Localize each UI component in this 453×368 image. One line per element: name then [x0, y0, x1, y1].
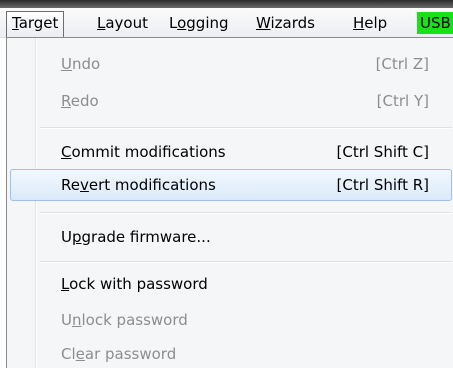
menu-item-unlock-password[interactable]: Unlock password — [10, 304, 452, 336]
menu-item-upgrade-firmware[interactable]: Upgrade firmware... — [10, 221, 452, 253]
menu-help-mnemonic: H — [353, 14, 365, 32]
menu-item-undo-label: Undo — [61, 55, 101, 73]
menu-item-clear-label: Clear password — [61, 345, 177, 363]
window-title-strip — [0, 0, 453, 8]
app-window: Target Layout Logging Wizards Help USB U… — [0, 0, 453, 368]
menu-bar: Target Layout Logging Wizards Help USB — [0, 8, 453, 38]
menu-item-undo[interactable]: Undo [Ctrl Z] — [10, 48, 452, 80]
menu-logging-mnemonic: o — [177, 14, 187, 32]
menu-separator — [40, 261, 452, 263]
menu-item-commit-modifications[interactable]: Commit modifications [Ctrl Shift C] — [10, 136, 452, 168]
menu-help[interactable]: Help — [347, 11, 393, 35]
menu-item-redo-shortcut: [Ctrl Y] — [376, 92, 429, 110]
menu-item-lock-label: Lock with password — [61, 275, 208, 293]
target-dropdown-menu: Undo [Ctrl Z] Redo [Ctrl Y] Commit modif… — [6, 37, 453, 368]
menu-item-revert-shortcut: [Ctrl Shift R] — [336, 176, 429, 194]
menu-layout[interactable]: Layout — [91, 11, 154, 35]
menu-logging[interactable]: Logging — [163, 11, 235, 35]
menu-item-commit-label: Commit modifications — [61, 143, 226, 161]
menu-separator — [40, 212, 452, 214]
menu-item-revert-label: Revert modifications — [61, 176, 216, 194]
menu-item-unlock-label: Unlock password — [61, 311, 188, 329]
menu-item-revert-modifications[interactable]: Revert modifications [Ctrl Shift R] — [10, 169, 452, 201]
menu-item-redo-label: Redo — [61, 92, 99, 110]
menu-target-mnemonic: T — [12, 14, 19, 32]
usb-status-indicator: USB — [417, 12, 453, 34]
menu-item-lock-with-password[interactable]: Lock with password — [10, 268, 452, 300]
menu-item-redo[interactable]: Redo [Ctrl Y] — [10, 85, 452, 117]
menu-item-clear-password[interactable]: Clear password — [10, 338, 452, 368]
menu-item-undo-shortcut: [Ctrl Z] — [375, 55, 429, 73]
menu-wizards[interactable]: Wizards — [250, 11, 321, 35]
menu-item-upgrade-label: Upgrade firmware... — [61, 228, 211, 246]
menu-separator — [40, 127, 452, 129]
menu-wizards-mnemonic: W — [256, 14, 271, 32]
menu-item-commit-shortcut: [Ctrl Shift C] — [336, 143, 430, 161]
menu-target[interactable]: Target — [6, 11, 65, 38]
